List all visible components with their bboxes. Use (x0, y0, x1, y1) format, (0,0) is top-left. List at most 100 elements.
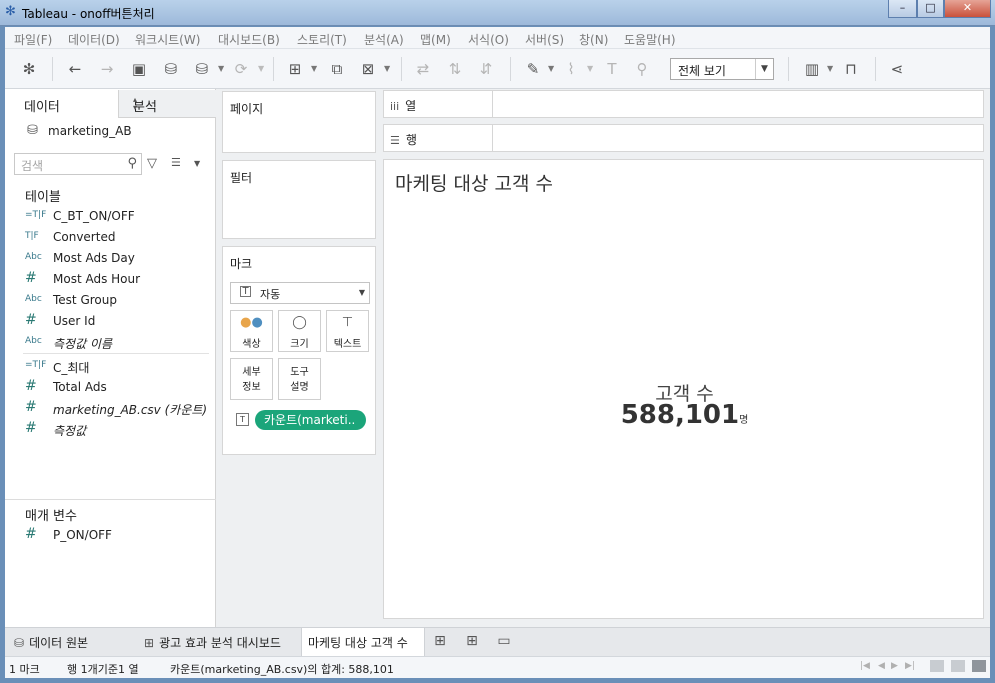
chevron-down-icon[interactable]: ▼ (827, 64, 833, 73)
maximize-button[interactable]: □ (917, 0, 944, 18)
tableau-home-icon[interactable]: ✻ (19, 59, 39, 79)
tab-datasource[interactable]: ⛁ 데이터 원본 (5, 628, 137, 656)
chevron-down-icon[interactable]: ▼ (384, 64, 390, 73)
menu-window[interactable]: 창(N) (579, 31, 608, 48)
chevron-down-icon[interactable]: ▼ (755, 59, 773, 79)
color-button[interactable]: ●● 색상 (230, 310, 273, 352)
minimize-button[interactable]: – (888, 0, 917, 18)
text-icon: ⊤ (341, 315, 354, 330)
tableau-logo-icon: ✻ (5, 4, 16, 19)
field-item[interactable]: Abc Most Ads Day (25, 249, 215, 269)
refresh-icon[interactable]: ⟳ (231, 59, 251, 79)
field-item[interactable]: # marketing_AB.csv (카운트) (25, 399, 215, 419)
field-item[interactable]: T|F Converted (25, 228, 215, 248)
redo-icon[interactable]: → (97, 59, 117, 79)
string-icon: Abc (25, 252, 42, 262)
prev-sheet-icon[interactable]: ◀ (878, 661, 885, 671)
share-icon[interactable]: ⋖ (887, 59, 907, 79)
menu-analysis[interactable]: 분석(A) (364, 31, 404, 48)
chevron-down-icon[interactable]: ▼ (194, 159, 200, 168)
chevron-down-icon[interactable]: ▼ (258, 64, 264, 73)
field-item[interactable]: Abc 측정값 이름 (25, 333, 215, 353)
chevron-down-icon[interactable]: ▼ (548, 64, 554, 73)
new-dashboard-tab-icon[interactable]: ⊞ (462, 633, 482, 651)
rows-icon: ☰ (390, 134, 400, 147)
menu-dashboard[interactable]: 대시보드(B) (218, 31, 280, 48)
tab-data[interactable]: 데이터 (5, 90, 118, 118)
menu-file[interactable]: 파일(F) (14, 31, 52, 48)
menu-format[interactable]: 서식(O) (468, 31, 509, 48)
first-sheet-icon[interactable]: |◀ (860, 661, 870, 671)
fit-view-select[interactable]: 전체 보기 ▼ (670, 58, 774, 80)
tab-worksheet[interactable]: 마케팅 대상 고객 수 (301, 628, 425, 656)
filter-icon[interactable]: ▽ (147, 156, 157, 171)
sort-ascending-icon[interactable]: ⇅ (445, 59, 465, 79)
menu-help[interactable]: 도움말(H) (624, 31, 676, 48)
field-item[interactable]: =T|F C_최대 (25, 357, 215, 377)
chevron-down-icon[interactable]: ▼ (218, 64, 224, 73)
filmstrip-view-icon[interactable] (930, 660, 944, 672)
text-label: 텍스트 (333, 339, 362, 350)
tab-analysis[interactable]: 분석 ▴ ▾ (118, 90, 216, 118)
new-datasource-icon[interactable]: ⛁ (161, 59, 181, 79)
group-members-icon[interactable]: ⌇ (561, 59, 581, 79)
field-item[interactable]: =T|F C_BT_ON/OFF (25, 207, 215, 227)
detail-button[interactable]: 세부 정보 (230, 358, 273, 400)
menu-map[interactable]: 맵(M) (420, 31, 451, 48)
pause-updates-icon[interactable]: ⛁ (192, 59, 212, 79)
show-cards-icon[interactable]: ▥ (802, 59, 822, 79)
boolean-icon: T|F (25, 231, 39, 241)
worksheet-canvas[interactable]: 마케팅 대상 고객 수 고객 수 588,101명 (383, 159, 984, 619)
tooltip-button[interactable]: 도구 설명 (278, 358, 321, 400)
datasource-item[interactable]: ⛁ marketing_AB (27, 123, 207, 141)
menu-server[interactable]: 서버(S) (525, 31, 564, 48)
mark-type-select[interactable]: T 자동 ▼ (230, 282, 370, 304)
chevron-down-icon[interactable]: ▼ (311, 64, 317, 73)
sort-descending-icon[interactable]: ⇵ (476, 59, 496, 79)
size-button[interactable]: ◯ 크기 (278, 310, 321, 352)
swap-rows-columns-icon[interactable]: ⇄ (413, 59, 433, 79)
presentation-mode-icon[interactable]: ⊓ (841, 59, 861, 79)
sheet-sorter-view-icon[interactable] (972, 660, 986, 672)
field-item[interactable]: # Total Ads (25, 378, 215, 398)
search-input[interactable]: 검색 ⚲ (14, 153, 142, 175)
rows-shelf[interactable]: ☰ 행 (383, 124, 984, 152)
next-sheet-icon[interactable]: ▶ (891, 661, 898, 671)
parameters-divider (5, 499, 216, 500)
measure-pill[interactable]: 카운트(marketi.. (255, 410, 366, 430)
tabs-view-icon[interactable] (951, 660, 965, 672)
save-icon[interactable]: ▣ (129, 59, 149, 79)
field-item[interactable]: # Most Ads Hour (25, 270, 215, 290)
menu-data[interactable]: 데이터(D) (68, 31, 120, 48)
new-worksheet-icon[interactable]: ⊞ (285, 59, 305, 79)
menu-worksheet[interactable]: 워크시트(W) (135, 31, 200, 48)
last-sheet-icon[interactable]: ▶| (905, 661, 915, 671)
duplicate-sheet-icon[interactable]: ⧉ (327, 59, 347, 79)
close-button[interactable]: ✕ (944, 0, 991, 18)
chevron-down-icon[interactable]: ▼ (587, 64, 593, 73)
database-icon: ⛁ (27, 123, 38, 138)
list-view-icon[interactable]: ☰ (171, 156, 181, 169)
filters-card[interactable]: 필터 (222, 160, 376, 239)
show-mark-labels-icon[interactable]: T (602, 59, 622, 79)
columns-shelf[interactable]: iii 열 (383, 90, 984, 118)
fix-axes-icon[interactable]: ⚲ (632, 59, 652, 79)
parameter-item[interactable]: # P_ON/OFF (25, 526, 215, 546)
updown-arrow-icon[interactable]: ▴ ▾ (133, 96, 208, 112)
kpi-value-row[interactable]: 588,101명 (384, 400, 985, 430)
new-worksheet-tab-icon[interactable]: ⊞ (430, 633, 450, 651)
tab-dashboard[interactable]: ⊞ 광고 효과 분석 대시보드 (137, 628, 301, 656)
new-story-tab-icon[interactable]: ▭ (494, 633, 514, 651)
field-item[interactable]: Abc Test Group (25, 291, 215, 311)
datasource-name: marketing_AB (48, 124, 132, 138)
pages-card[interactable]: 페이지 (222, 91, 376, 153)
field-item[interactable]: # 측정값 (25, 420, 215, 440)
sheet-title[interactable]: 마케팅 대상 고객 수 (395, 169, 553, 196)
text-button[interactable]: ⊤ 텍스트 (326, 310, 369, 352)
highlight-icon[interactable]: ✎ (523, 59, 543, 79)
field-item[interactable]: # User Id (25, 312, 215, 332)
window-title: Tableau - onoff버튼처리 (22, 7, 155, 21)
menu-story[interactable]: 스토리(T) (297, 31, 347, 48)
undo-icon[interactable]: ← (65, 59, 85, 79)
clear-sheet-icon[interactable]: ⊠ (358, 59, 378, 79)
